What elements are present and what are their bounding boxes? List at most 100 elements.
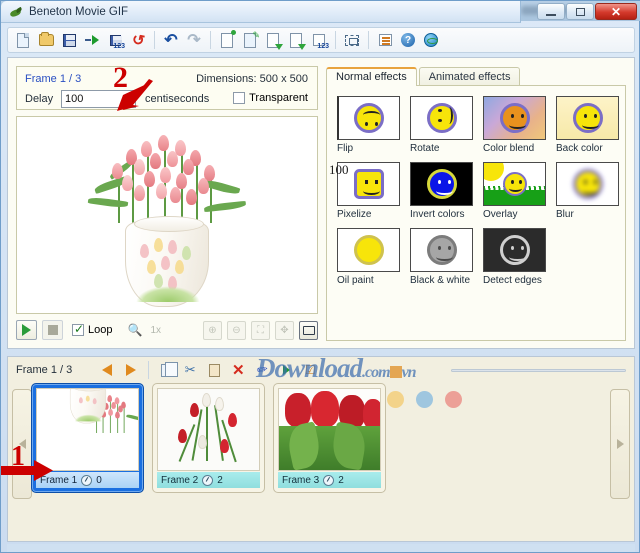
toolbar-separator-2 <box>210 31 211 49</box>
application-window: Beneton Movie GIF ✕ 123 ↺ ↶ <box>0 0 640 553</box>
loop-checkbox-wrap[interactable]: Loop <box>72 324 112 336</box>
select-frame-button[interactable]: ☑ <box>299 360 321 381</box>
frame-2-image <box>157 388 260 471</box>
effect-overlay-icon <box>483 162 546 206</box>
zoom-in-button[interactable]: ⊕ <box>203 321 222 340</box>
frame-3-info: Frame 3 2 <box>278 472 381 488</box>
status-bar <box>7 544 635 552</box>
transparent-checkbox-wrap[interactable]: Transparent <box>233 92 308 104</box>
open-file-button[interactable] <box>35 29 57 51</box>
paste-frame-button[interactable] <box>203 360 225 381</box>
paste-icon <box>209 364 220 377</box>
edit-frame-button[interactable]: ✎ <box>239 29 261 51</box>
undo-icon: ↶ <box>164 30 177 50</box>
effect-blur[interactable]: Blur <box>556 162 619 220</box>
frames-slider[interactable] <box>451 369 626 372</box>
effect-black-white-label: Black & white <box>410 275 473 286</box>
frame-2-label: Frame 2 <box>161 475 198 486</box>
effect-black-white[interactable]: Black & white <box>410 228 473 286</box>
help-button[interactable]: ? <box>397 29 419 51</box>
website-button[interactable] <box>420 29 442 51</box>
frame-3-label: Frame 3 <box>282 475 319 486</box>
effect-oil-paint[interactable]: Oil paint <box>337 228 400 286</box>
import-numbered-button[interactable]: 123 <box>308 29 330 51</box>
transparent-checkbox[interactable] <box>233 92 245 104</box>
magnifier-icon: 🔍 <box>127 323 142 337</box>
save-file-button[interactable] <box>58 29 80 51</box>
clock-icon <box>81 475 92 486</box>
close-button[interactable]: ✕ <box>595 3 637 20</box>
move-arrow-icon <box>283 365 290 375</box>
fullview-button[interactable] <box>299 321 318 340</box>
frames-separator-1 <box>148 361 149 379</box>
export-button[interactable] <box>81 29 103 51</box>
frame-1-delay: 0 <box>96 475 102 486</box>
tab-animated-effects[interactable]: Animated effects <box>419 67 521 86</box>
effect-flip-label: Flip <box>337 143 400 154</box>
import-frame-button[interactable] <box>262 29 284 51</box>
effect-black-white-icon <box>410 228 473 272</box>
window-title: Beneton Movie GIF <box>29 6 128 18</box>
zoom-out-button[interactable]: ⊖ <box>227 321 246 340</box>
save-floppy-icon <box>63 34 76 47</box>
effect-detect-edges-label: Detect edges <box>483 275 546 286</box>
effect-flip-icon <box>337 96 400 140</box>
edit-frame-tool-button[interactable]: ✏ <box>251 360 273 381</box>
toolbar-separator-3 <box>335 31 336 49</box>
insert-frame-button[interactable] <box>216 29 238 51</box>
toolbar-separator-4 <box>368 31 369 49</box>
zoom-in-icon: ⊕ <box>208 325 216 336</box>
effect-rotate-icon <box>410 96 473 140</box>
resize-button[interactable] <box>341 29 363 51</box>
reload-button[interactable]: ↺ <box>127 29 149 51</box>
delete-frame-button[interactable]: ✕ <box>227 360 249 381</box>
arrow-left-icon <box>102 364 112 376</box>
main-toolbar: 123 ↺ ↶ ↷ ✎ 123 <box>7 27 635 53</box>
zoom-out-icon: ⊖ <box>232 325 240 336</box>
stop-icon <box>48 325 58 335</box>
effect-overlay[interactable]: Overlay <box>483 162 546 220</box>
loop-label: Loop <box>88 324 112 336</box>
save-numbered-button[interactable]: 123 <box>104 29 126 51</box>
import-frames-button[interactable] <box>285 29 307 51</box>
effect-blur-label: Blur <box>556 209 619 220</box>
stop-button[interactable] <box>42 320 63 340</box>
redo-button[interactable]: ↷ <box>183 29 205 51</box>
new-file-button[interactable] <box>12 29 34 51</box>
effect-color-blend-icon <box>483 96 546 140</box>
frame-2-thumbnail[interactable]: Frame 2 2 <box>152 383 265 493</box>
effect-rotate-label: Rotate <box>410 143 473 154</box>
minimize-button[interactable] <box>537 3 565 20</box>
effects-grid: Flip Rotate Color blend <box>337 96 625 286</box>
fit-button[interactable]: ⛶ <box>251 321 270 340</box>
play-button[interactable] <box>16 320 37 340</box>
undo-button[interactable]: ↶ <box>160 29 182 51</box>
pan-button[interactable]: ✥ <box>275 321 294 340</box>
delay-label: Delay <box>25 93 53 105</box>
effect-color-blend[interactable]: Color blend <box>483 96 546 154</box>
effect-detect-edges[interactable]: Detect edges <box>483 228 546 286</box>
loop-checkbox[interactable] <box>72 324 84 336</box>
properties-button[interactable] <box>374 29 396 51</box>
cut-frame-button[interactable]: ✂ <box>179 360 201 381</box>
frame-preview[interactable] <box>16 116 318 314</box>
effect-invert-colors[interactable]: Invert colors <box>410 162 473 220</box>
new-document-icon <box>17 33 29 48</box>
annotation-arrow-1 <box>1 459 57 483</box>
frames-nav-next[interactable] <box>610 389 630 499</box>
frames-toolbar: Frame 1 / 3 ✂ ✕ ✏ ☑ <box>8 357 636 383</box>
effect-invert-colors-icon <box>410 162 473 206</box>
tab-normal-effects[interactable]: Normal effects <box>326 67 417 86</box>
maximize-button[interactable] <box>566 3 594 20</box>
pencil-icon: ✏ <box>255 361 269 379</box>
frame-3-thumbnail[interactable]: Frame 3 2 <box>273 383 386 493</box>
effect-flip[interactable]: Flip <box>337 96 400 154</box>
frames-counter-label: Frame 1 / 3 <box>16 364 72 376</box>
effect-rotate[interactable]: Rotate <box>410 96 473 154</box>
copy-frame-button[interactable] <box>155 360 177 381</box>
effect-back-color[interactable]: Back color <box>556 96 619 154</box>
fit-icon: ⛶ <box>257 325 264 336</box>
previous-frame-button[interactable] <box>96 360 118 381</box>
next-frame-button[interactable] <box>120 360 142 381</box>
move-frame-button[interactable] <box>275 360 297 381</box>
